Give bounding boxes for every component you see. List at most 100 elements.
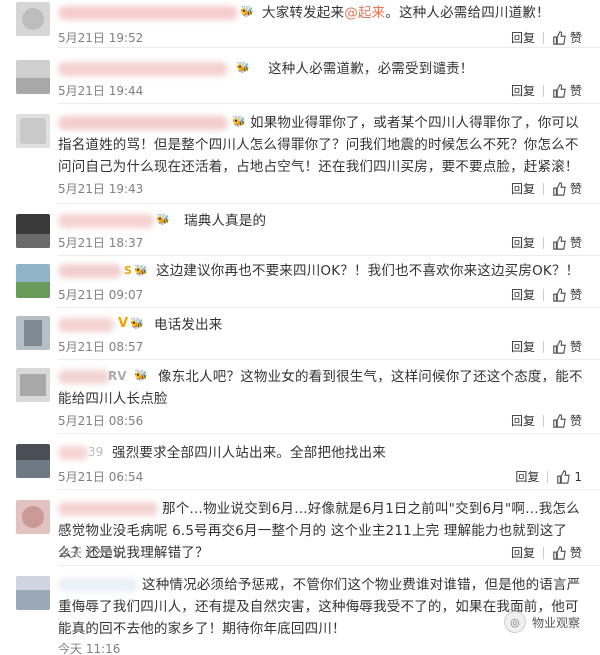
comment-item: 那个…物业说交到6月…好像就是6月1日之前叫"交到6月"啊…我怎么感觉物业没毛病… xyxy=(0,490,600,566)
like-button[interactable]: 1 xyxy=(556,470,582,484)
comment-time: 5月21日 18:37 xyxy=(58,236,144,250)
reply-button[interactable]: 回复 xyxy=(511,180,535,197)
comment-time: 5月21日 06:54 xyxy=(58,470,144,484)
comment-item: V 🐝 电话发出来 5月21日 08:57 回复 赞 xyxy=(0,308,600,360)
like-label: 赞 xyxy=(569,182,582,196)
reply-button[interactable]: 回复 xyxy=(511,286,535,303)
comment-text: 瑞典人真是的 xyxy=(184,213,267,229)
avatar[interactable] xyxy=(16,500,50,534)
like-button[interactable]: 赞 xyxy=(552,180,582,197)
like-count: 1 xyxy=(574,469,582,484)
user-badge: 39 xyxy=(88,445,104,459)
like-button[interactable]: 赞 xyxy=(552,338,582,355)
avatar[interactable] xyxy=(16,316,50,350)
watermark-text: 物业观察 xyxy=(531,615,580,630)
user-badge-icon: 🐝 xyxy=(130,317,144,330)
reply-button[interactable]: 回复 xyxy=(511,412,535,429)
action-divider xyxy=(542,288,544,301)
comment-time: 今天 12:05 xyxy=(58,546,121,560)
like-button[interactable]: 赞 xyxy=(552,412,582,429)
action-divider xyxy=(542,31,544,44)
comment-time: 5月21日 19:52 xyxy=(58,31,144,45)
username-blurred xyxy=(58,318,114,332)
like-label: 赞 xyxy=(569,84,582,98)
action-divider xyxy=(542,340,544,353)
avatar[interactable] xyxy=(16,444,50,478)
reply-button[interactable]: 回复 xyxy=(511,29,535,46)
like-button[interactable]: 赞 xyxy=(552,82,582,99)
comment-time: 5月21日 09:07 xyxy=(58,288,144,302)
like-label: 赞 xyxy=(569,340,582,354)
comment-actions: 回复 赞 xyxy=(511,412,582,429)
action-divider xyxy=(542,236,544,249)
comment-item: 39 强烈要求全部四川人站出来。全部把他找出来 5月21日 06:54 回复 1 xyxy=(0,434,600,490)
thumbs-up-icon xyxy=(553,287,566,302)
avatar[interactable] xyxy=(16,264,50,298)
user-badge-icon: 🐝 xyxy=(236,61,250,74)
comment-actions: 回复 赞 xyxy=(511,29,582,46)
action-divider xyxy=(542,546,544,559)
reply-button[interactable]: 回复 xyxy=(511,82,535,99)
like-button[interactable]: 赞 xyxy=(552,286,582,303)
reply-button[interactable]: 回复 xyxy=(511,234,535,251)
comment-text: 强烈要求全部四川人站出来。全部把他找出来 xyxy=(112,445,386,461)
comment-actions: 回复 赞 xyxy=(511,544,582,561)
thumbs-up-icon xyxy=(553,30,566,45)
user-badge-icon: 🐝 xyxy=(134,264,148,277)
comment-text: 这种人必需道歉，必需受到谴责！ xyxy=(268,61,474,77)
mention-link[interactable]: @起来 xyxy=(344,5,385,21)
reply-button[interactable]: 回复 xyxy=(511,544,535,561)
comment-text: 这边建议你再也不要来四川OK？！我们也不喜欢你来这边买房OK？！ xyxy=(156,263,580,279)
reply-button[interactable]: 回复 xyxy=(511,338,535,355)
comment-actions: 回复 1 xyxy=(515,468,582,485)
username-blurred xyxy=(58,6,238,20)
avatar[interactable] xyxy=(16,214,50,248)
username-blurred xyxy=(58,62,228,76)
user-badge-icon: 🐝 xyxy=(156,213,170,226)
comment-text: 大家转发起来@起来。这种人必需给四川道歉！ xyxy=(262,5,550,21)
reply-button[interactable]: 回复 xyxy=(515,468,539,485)
like-button[interactable]: 赞 xyxy=(552,234,582,251)
thumbs-up-icon xyxy=(553,83,566,98)
comment-time: 今天 11:16 xyxy=(58,642,121,655)
like-button[interactable]: 赞 xyxy=(552,544,582,561)
comment-text: 像东北人吧？这物业女的看到很生气，这样问候你了还这个态度，能不能给四川人长点脸 xyxy=(58,369,583,407)
like-label: 赞 xyxy=(569,414,582,428)
thumbs-up-icon xyxy=(553,235,566,250)
like-label: 赞 xyxy=(569,236,582,250)
like-button[interactable]: 赞 xyxy=(552,29,582,46)
watermark: ◎ 物业观察 xyxy=(503,611,580,633)
like-label: 赞 xyxy=(569,31,582,45)
comment-item: 🐝 如果物业得罪你了，或者某个四川人得罪你了，你可以指名道姓的骂！但是整个四川人… xyxy=(0,104,600,204)
avatar[interactable] xyxy=(16,368,50,402)
comment-text: 如果物业得罪你了，或者某个四川人得罪你了，你可以指名道姓的骂！但是整个四川人怎么… xyxy=(58,115,579,175)
comment-item: 🐝 这种人必需道歉，必需受到谴责！ 5月21日 19:44 回复 赞 xyxy=(0,48,600,104)
avatar[interactable] xyxy=(16,576,50,610)
comment-item: S 🐝 这边建议你再也不要来四川OK？！我们也不喜欢你来这边买房OK？！ 5月2… xyxy=(0,256,600,308)
avatar[interactable] xyxy=(16,114,50,148)
verified-v-badge: V xyxy=(118,316,129,331)
like-label: 赞 xyxy=(569,288,582,302)
comment-item: RV 🐝 像东北人吧？这物业女的看到很生气，这样问候你了还这个态度，能不能给四川… xyxy=(0,360,600,434)
comment-time: 5月21日 08:57 xyxy=(58,340,144,354)
wechat-account-icon: ◎ xyxy=(503,611,526,633)
like-label: 赞 xyxy=(569,546,582,560)
username-blurred xyxy=(58,446,88,460)
thumbs-up-icon xyxy=(553,545,566,560)
action-divider xyxy=(547,470,549,483)
thumbs-up-icon xyxy=(553,413,566,428)
comment-actions: 回复 赞 xyxy=(511,286,582,303)
comment-time: 5月21日 19:43 xyxy=(58,182,144,196)
avatar[interactable] xyxy=(16,2,50,36)
comment-time: 5月21日 08:56 xyxy=(58,414,144,428)
comment-actions: 回复 赞 xyxy=(511,180,582,197)
thumbs-up-icon xyxy=(553,339,566,354)
comment-actions: 回复 赞 xyxy=(511,234,582,251)
avatar[interactable] xyxy=(16,60,50,94)
user-badge-icon: 🐝 xyxy=(240,5,254,18)
comment-actions: 回复 赞 xyxy=(511,82,582,99)
comment-actions: 回复 赞 xyxy=(511,338,582,355)
user-badge: S xyxy=(124,264,132,277)
comment-text: 电话发出来 xyxy=(154,317,223,333)
username-blurred xyxy=(58,264,122,278)
